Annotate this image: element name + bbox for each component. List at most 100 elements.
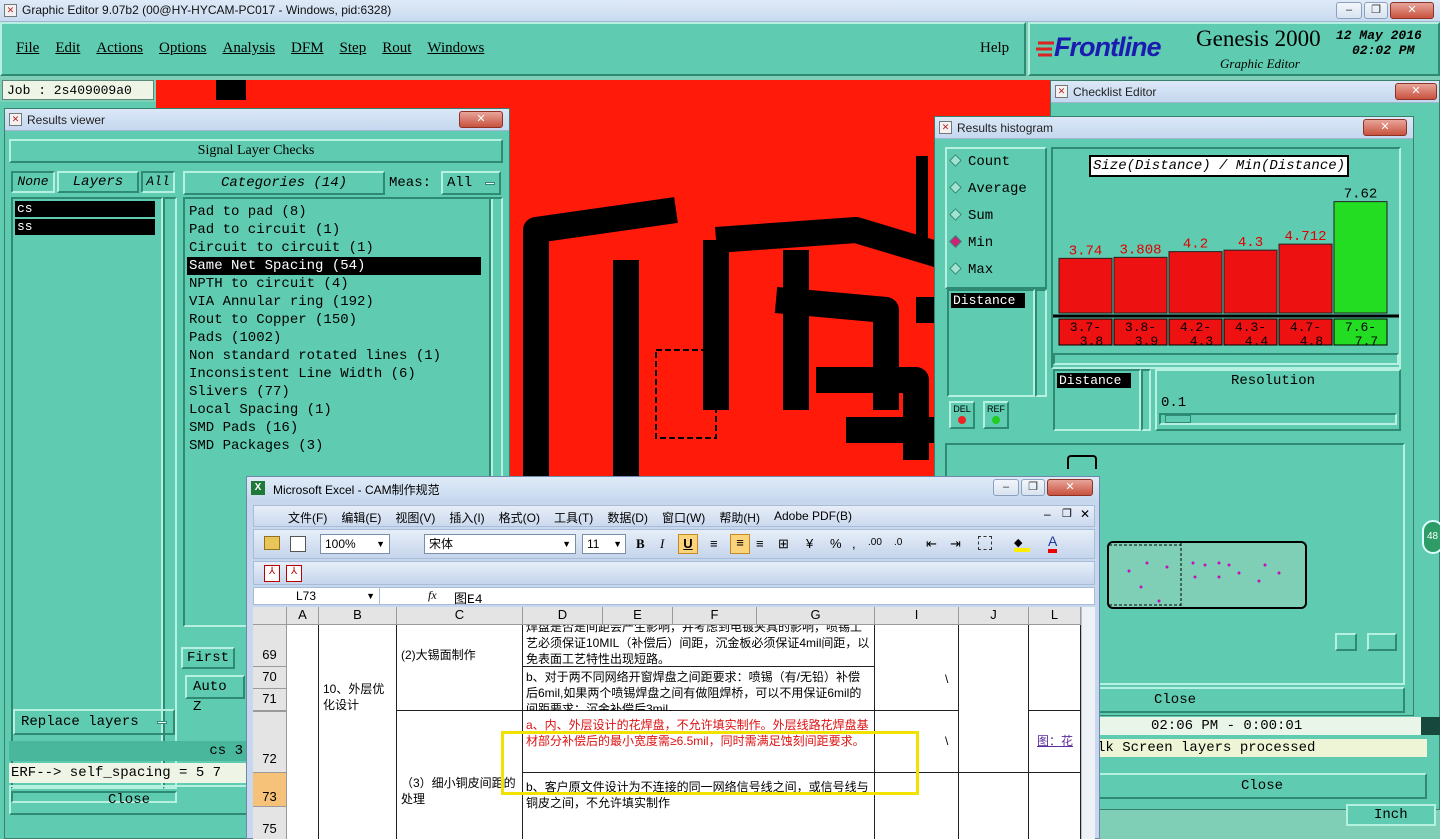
- layers-button[interactable]: Layers: [57, 171, 139, 193]
- row-header[interactable]: 69: [253, 625, 287, 667]
- excel-doc-restore-icon[interactable]: ❐: [1062, 507, 1072, 520]
- excel-minimize-button[interactable]: –: [993, 479, 1019, 496]
- formula-value[interactable]: 图E4: [454, 588, 483, 607]
- fill-color-icon[interactable]: ◆: [1014, 536, 1030, 552]
- fx-icon[interactable]: fx: [428, 588, 437, 603]
- menu-windows[interactable]: Windows: [427, 40, 484, 57]
- menu-rout[interactable]: Rout: [382, 40, 411, 57]
- distance-scrollbar[interactable]: [1141, 369, 1151, 431]
- category-item[interactable]: Local Spacing (1): [187, 401, 481, 419]
- column-header[interactable]: D: [523, 607, 603, 625]
- results-viewer-close-icon[interactable]: ✕: [459, 111, 503, 128]
- column-header[interactable]: B: [319, 607, 397, 625]
- excel-menu-item[interactable]: 帮助(H): [719, 509, 760, 526]
- layer-item-ss[interactable]: ss: [15, 219, 155, 235]
- excel-menu-item[interactable]: 文件(F): [288, 509, 327, 526]
- align-left-icon[interactable]: ≡: [710, 536, 718, 551]
- radio-diamond-icon[interactable]: [949, 235, 962, 248]
- distance-item[interactable]: Distance: [1057, 373, 1131, 388]
- side-indicator-icon[interactable]: 48: [1422, 520, 1440, 554]
- category-item[interactable]: Same Net Spacing (54): [187, 257, 481, 275]
- zoom-fit-icon[interactable]: [1335, 633, 1357, 651]
- menu-analysis[interactable]: Analysis: [223, 40, 276, 57]
- checklist-editor-close-icon[interactable]: ✕: [1395, 83, 1437, 100]
- sheet-grid[interactable]: ABCDEFGIJL 69 70 71 72 73 75 10、外层优化设计 (2)大锡面…: [253, 607, 1095, 839]
- none-button[interactable]: None: [11, 171, 55, 193]
- option-average[interactable]: Average: [949, 180, 1027, 207]
- menu-edit[interactable]: Edit: [55, 40, 80, 57]
- menu-help[interactable]: Help: [980, 40, 1009, 57]
- column-header[interactable]: L: [1029, 607, 1081, 625]
- size-select[interactable]: 11 ▼: [582, 534, 626, 554]
- category-item[interactable]: Inconsistent Line Width (6): [187, 365, 481, 383]
- menu-dfm[interactable]: DFM: [291, 40, 324, 57]
- column-header[interactable]: I: [875, 607, 959, 625]
- cell-d-b[interactable]: b、对于两不同网络开窗焊盘之间距要求：喷锡（有/无铅）补偿后6mil,如果两个喷…: [523, 667, 875, 716]
- zoom-back-icon[interactable]: [1367, 633, 1397, 651]
- italic-icon[interactable]: I: [660, 536, 664, 552]
- excel-menu-item[interactable]: 插入(I): [449, 509, 484, 526]
- excel-menu-item[interactable]: 格式(O): [499, 509, 540, 526]
- percent-icon[interactable]: %: [830, 536, 842, 551]
- option-count[interactable]: Count: [949, 153, 1027, 180]
- comma-icon[interactable]: ,: [852, 536, 856, 551]
- column-header[interactable]: C: [397, 607, 523, 625]
- category-item[interactable]: Pad to pad (8): [187, 203, 481, 221]
- menu-actions[interactable]: Actions: [96, 40, 143, 57]
- indent-icon[interactable]: ⇥: [950, 536, 961, 552]
- layers-scrollbar[interactable]: [163, 197, 177, 789]
- menu-file[interactable]: File: [16, 40, 39, 57]
- category-item[interactable]: VIA Annular ring (192): [187, 293, 481, 311]
- cell-a[interactable]: [287, 625, 319, 839]
- category-item[interactable]: Pads (1002): [187, 329, 481, 347]
- distance-list[interactable]: Distance: [1053, 369, 1141, 431]
- column-header[interactable]: A: [287, 607, 319, 625]
- radio-diamond-icon[interactable]: [949, 208, 962, 221]
- row-header[interactable]: 75: [253, 807, 287, 839]
- resolution-slider[interactable]: [1159, 413, 1397, 425]
- open-icon[interactable]: [264, 536, 280, 550]
- histogram-bar[interactable]: [1168, 251, 1223, 314]
- cell-b-group[interactable]: 10、外层优化设计: [319, 625, 397, 839]
- measure-list[interactable]: Distance: [947, 289, 1035, 397]
- row-header[interactable]: 72: [253, 711, 287, 773]
- radio-diamond-icon[interactable]: [949, 154, 962, 167]
- cell-i-70[interactable]: \: [875, 625, 959, 711]
- resolution-slider-thumb[interactable]: [1165, 415, 1191, 423]
- category-item[interactable]: SMD Pads (16): [187, 419, 481, 437]
- zoom-select[interactable]: 100% ▼: [320, 534, 390, 554]
- histogram-bar[interactable]: [1278, 243, 1333, 314]
- maximize-button[interactable]: ❐: [1364, 2, 1388, 19]
- units-select[interactable]: Inch: [1346, 804, 1436, 826]
- replace-layers-button[interactable]: Replace layers: [13, 709, 175, 735]
- menu-options[interactable]: Options: [159, 40, 207, 57]
- bold-icon[interactable]: B: [636, 536, 645, 552]
- checklist-close-button[interactable]: Close: [1097, 773, 1427, 799]
- cell-l-75[interactable]: [1029, 773, 1081, 839]
- meas-select[interactable]: All: [441, 171, 501, 195]
- underline-icon[interactable]: U: [678, 534, 698, 554]
- category-item[interactable]: Rout to Copper (150): [187, 311, 481, 329]
- auto-zoom-button[interactable]: Auto Z: [185, 675, 245, 715]
- dec-decimal-icon[interactable]: .0: [894, 537, 902, 548]
- histogram-bar[interactable]: [1333, 201, 1388, 314]
- excel-menu-item[interactable]: 窗口(W): [662, 509, 705, 526]
- categories-button[interactable]: Categories (14): [183, 171, 385, 195]
- menu-step[interactable]: Step: [340, 40, 367, 57]
- minimize-button[interactable]: –: [1336, 2, 1362, 19]
- measure-item-distance[interactable]: Distance: [951, 293, 1025, 308]
- cell-c-big[interactable]: (2)大锡面制作: [397, 625, 523, 711]
- close-button[interactable]: ✕: [1390, 2, 1434, 19]
- row-header[interactable]: [253, 711, 287, 712]
- align-center-icon[interactable]: ≡: [730, 534, 750, 554]
- magnify-icon[interactable]: [1421, 717, 1440, 735]
- row-header[interactable]: 73: [253, 773, 287, 807]
- cell-l-73[interactable]: 图：花: [1029, 711, 1081, 773]
- all-button[interactable]: All: [141, 171, 175, 193]
- measure-scrollbar[interactable]: [1035, 289, 1047, 397]
- del-button[interactable]: DEL: [949, 401, 975, 429]
- name-box[interactable]: L73 ▼: [254, 588, 380, 604]
- excel-close-button[interactable]: ✕: [1047, 479, 1093, 496]
- histogram-bar[interactable]: [1113, 256, 1168, 314]
- excel-menu-item[interactable]: 数据(D): [607, 509, 648, 526]
